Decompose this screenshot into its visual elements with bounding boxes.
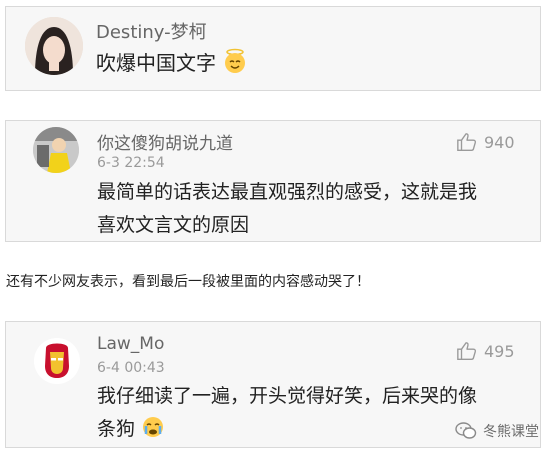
comment-body: 吹爆中国文字 [96, 51, 216, 75]
thumbs-up-icon [457, 133, 477, 151]
comment-card-1: Destiny-梦柯 吹爆中国文字 [5, 6, 541, 91]
comment-line: 最简单的话表达最直观强烈的感受，这就是我 [97, 181, 478, 203]
wechat-icon [455, 422, 477, 439]
comment-text: 吹爆中国文字 [96, 47, 248, 84]
article-text: 还有不少网友表示，看到最后一段被里面的内容感动哭了！ [6, 274, 370, 290]
angel-face-icon [222, 48, 248, 84]
comment-author[interactable]: 你这傻狗胡说九道 [97, 129, 233, 154]
watermark-text: 冬熊课堂 [483, 424, 539, 440]
avatar[interactable] [33, 127, 79, 173]
comment-text: 我仔细读了一遍，开头觉得好笑，后来哭的像 条狗 [97, 380, 477, 450]
avatar[interactable] [34, 338, 80, 384]
avatar[interactable] [25, 17, 83, 75]
comment-text: 最简单的话表达最直观强烈的感受，这就是我 喜欢文言文的原因 [97, 176, 477, 242]
like-count: 940 [484, 132, 515, 152]
comment-author[interactable]: Destiny-梦柯 [96, 18, 207, 44]
crying-face-icon [141, 415, 165, 450]
like-count: 495 [484, 341, 515, 361]
comment-card-2: 你这傻狗胡说九道 6-3 22:54 940 最简单的话表达最直观强烈的感受，这… [5, 120, 541, 242]
comment-timestamp: 6-3 22:54 [97, 155, 165, 171]
comment-line: 喜欢文言文的原因 [97, 214, 250, 236]
comment-line: 我仔细读了一遍，开头觉得好笑，后来哭的像 [97, 385, 478, 407]
comment-author[interactable]: Law_Mo [97, 334, 164, 354]
watermark: 冬熊课堂 [455, 421, 539, 441]
comment-line-wrap: 条狗 [97, 413, 477, 450]
like-button[interactable]: 495 [456, 340, 515, 362]
thumbs-up-icon [457, 342, 477, 360]
comment-line: 条狗 [97, 418, 136, 440]
like-button[interactable]: 940 [456, 131, 515, 153]
comment-timestamp: 6-4 00:43 [97, 360, 165, 376]
